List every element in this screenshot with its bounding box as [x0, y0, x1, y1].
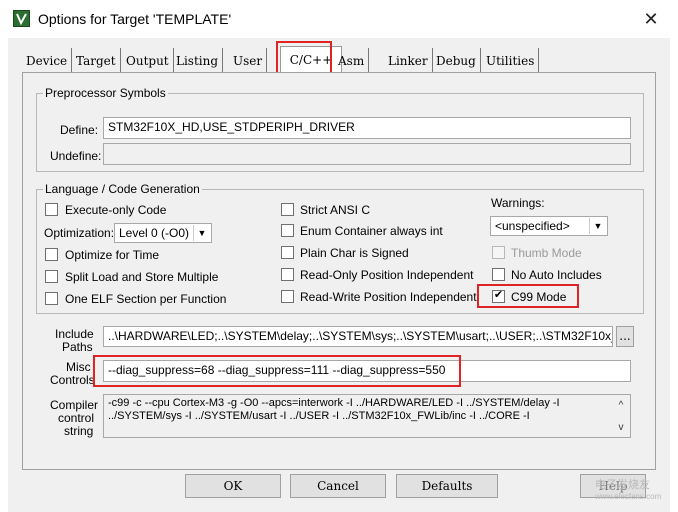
- strict-ansi-label: Strict ANSI C: [300, 203, 371, 217]
- warnings-value: <unspecified>: [495, 219, 570, 233]
- watermark: 电子发烧友 www.elecfans.com: [555, 470, 675, 510]
- rw-position-checkbox[interactable]: [281, 290, 294, 303]
- tab-utilities[interactable]: Utilities: [482, 48, 540, 72]
- compiler-label-line3: string: [64, 424, 94, 438]
- one-elf-label: One ELF Section per Function: [65, 292, 227, 306]
- split-load-label: Split Load and Store Multiple: [65, 270, 219, 284]
- define-label: Define:: [60, 123, 99, 137]
- tab-target[interactable]: Target: [72, 48, 121, 72]
- compiler-line-2: ../SYSTEM/sys -I ../SYSTEM/usart -I ../U…: [108, 410, 530, 422]
- execute-only-checkbox[interactable]: [45, 203, 58, 216]
- tab-device[interactable]: Device: [22, 48, 73, 72]
- preprocessor-legend: Preprocessor Symbols: [45, 86, 166, 100]
- title-bar: Options for Target 'TEMPLATE' ✕: [0, 0, 678, 38]
- compiler-label-line2: control: [58, 411, 95, 425]
- no-auto-includes-label: No Auto Includes: [511, 268, 602, 282]
- thumb-mode-label: Thumb Mode: [511, 246, 582, 260]
- tab-debug[interactable]: Debug: [432, 48, 481, 72]
- optimize-time-checkbox[interactable]: [45, 248, 58, 261]
- strict-ansi-checkbox[interactable]: [281, 203, 294, 216]
- undefine-label: Undefine:: [50, 149, 102, 163]
- compiler-string-box[interactable]: -c99 -c --cpu Cortex-M3 -g -O0 --apcs=in…: [103, 394, 631, 438]
- ro-position-checkbox[interactable]: [281, 268, 294, 281]
- thumb-mode-checkbox[interactable]: [492, 246, 505, 259]
- tab-asm[interactable]: Asm: [334, 48, 370, 72]
- compiler-line-1: -c99 -c --cpu Cortex-M3 -g -O0 --apcs=in…: [108, 397, 560, 409]
- tab-linker[interactable]: Linker: [384, 48, 433, 72]
- scroll-down-icon[interactable]: v: [614, 421, 628, 434]
- no-auto-includes-checkbox[interactable]: [492, 268, 505, 281]
- include-browse-button[interactable]: ...: [616, 326, 634, 347]
- watermark-line-2: www.elecfans.com: [595, 492, 662, 501]
- warnings-select[interactable]: <unspecified> ▼: [490, 216, 608, 236]
- language-legend: Language / Code Generation: [45, 182, 200, 196]
- rw-position-label: Read-Write Position Independent: [300, 290, 477, 304]
- misc-label-line2: Controls: [50, 373, 95, 387]
- scroll-up-icon[interactable]: ^: [614, 399, 628, 412]
- include-label-line2: Paths: [62, 340, 93, 354]
- warnings-label: Warnings:: [491, 196, 545, 210]
- one-elf-checkbox[interactable]: [45, 292, 58, 305]
- compiler-label-line1: Compiler: [50, 398, 99, 412]
- misc-highlight: [93, 355, 461, 387]
- plain-char-checkbox[interactable]: [281, 246, 294, 259]
- undefine-input[interactable]: [103, 143, 631, 165]
- define-input[interactable]: STM32F10X_HD,USE_STDPERIPH_DRIVER: [103, 117, 631, 139]
- tab-user[interactable]: User: [229, 48, 268, 72]
- optimization-value: Level 0 (-O0): [119, 226, 190, 240]
- window-title: Options for Target 'TEMPLATE': [38, 11, 232, 27]
- chevron-down-icon: ▼: [193, 225, 210, 241]
- tab-output[interactable]: Output: [122, 48, 174, 72]
- execute-only-label: Execute-only Code: [65, 203, 167, 217]
- c99-highlight: [477, 284, 579, 308]
- defaults-button[interactable]: Defaults: [396, 474, 498, 498]
- cancel-button[interactable]: Cancel: [290, 474, 386, 498]
- optimize-time-label: Optimize for Time: [65, 248, 160, 262]
- watermark-line-1: 电子发烧友: [595, 479, 650, 491]
- ro-position-label: Read-Only Position Independent: [300, 268, 474, 282]
- include-label-line1: Include: [55, 327, 94, 341]
- optimization-label: Optimization:: [44, 226, 115, 240]
- enum-container-label: Enum Container always int: [300, 224, 443, 238]
- misc-label-line1: Misc: [66, 360, 91, 374]
- app-icon: [13, 10, 30, 27]
- plain-char-label: Plain Char is Signed: [300, 246, 409, 260]
- close-icon[interactable]: ✕: [640, 9, 662, 29]
- split-load-checkbox[interactable]: [45, 270, 58, 283]
- optimization-select[interactable]: Level 0 (-O0) ▼: [114, 223, 212, 243]
- include-paths-input[interactable]: ..\HARDWARE\LED;..\SYSTEM\delay;..\SYSTE…: [103, 326, 613, 347]
- ok-button[interactable]: OK: [185, 474, 281, 498]
- chevron-down-icon: ▼: [589, 218, 606, 234]
- tab-listing[interactable]: Listing: [172, 48, 224, 72]
- enum-container-checkbox[interactable]: [281, 224, 294, 237]
